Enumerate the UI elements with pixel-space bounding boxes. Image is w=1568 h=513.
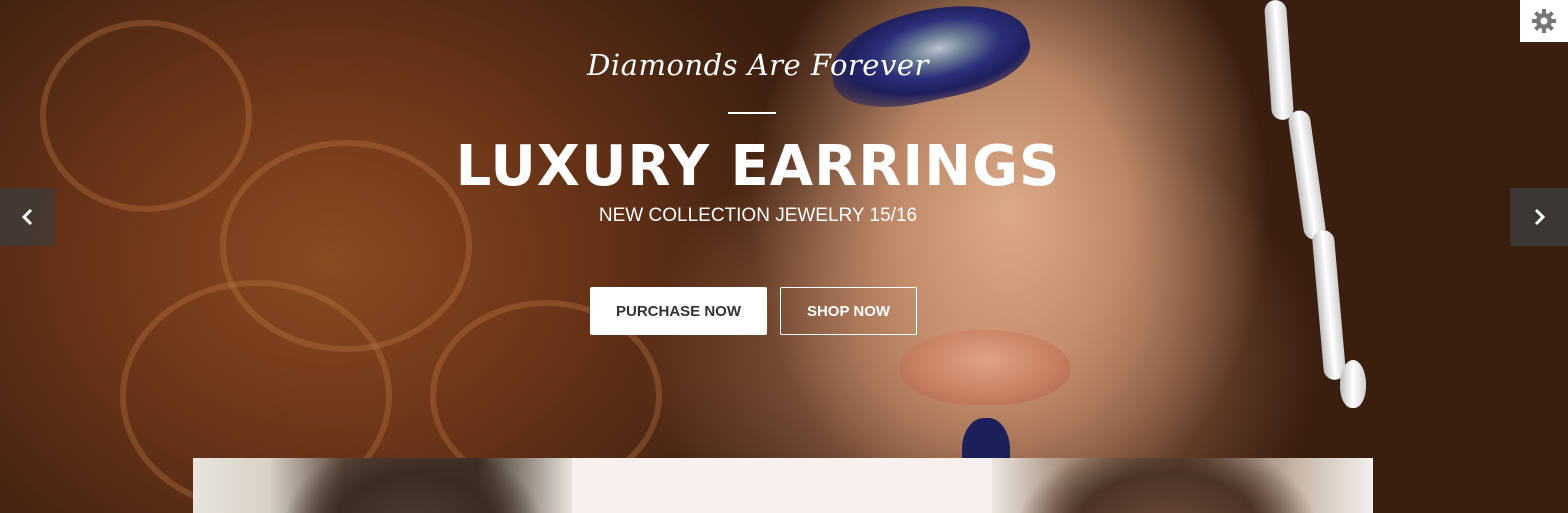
title-divider: [728, 112, 776, 114]
purchase-now-button[interactable]: PURCHASE NOW: [590, 287, 767, 335]
settings-toggle-button[interactable]: [1520, 0, 1568, 42]
earring-drop: [1340, 360, 1366, 408]
model-lips: [900, 330, 1070, 405]
promo-card-text[interactable]: [572, 458, 992, 513]
slider-next-button[interactable]: [1510, 188, 1568, 246]
chevron-left-icon: [21, 208, 32, 226]
chevron-right-icon: [1534, 208, 1546, 226]
earring-image: [1311, 229, 1347, 381]
slide-subline: NEW COLLECTION JEWELRY 15/16: [598, 205, 918, 226]
promo-card-image-left[interactable]: [193, 458, 572, 513]
slide-tagline: Diamonds Are Forever: [587, 48, 929, 82]
slider-prev-button[interactable]: [0, 188, 55, 246]
promo-card-image-right[interactable]: [992, 458, 1373, 513]
slide-headline: LUXURY EARRINGS: [455, 134, 1061, 199]
gear-icon: [1532, 9, 1556, 33]
promo-cards-row: [193, 458, 1373, 513]
shop-now-button[interactable]: SHOP NOW: [780, 287, 917, 335]
